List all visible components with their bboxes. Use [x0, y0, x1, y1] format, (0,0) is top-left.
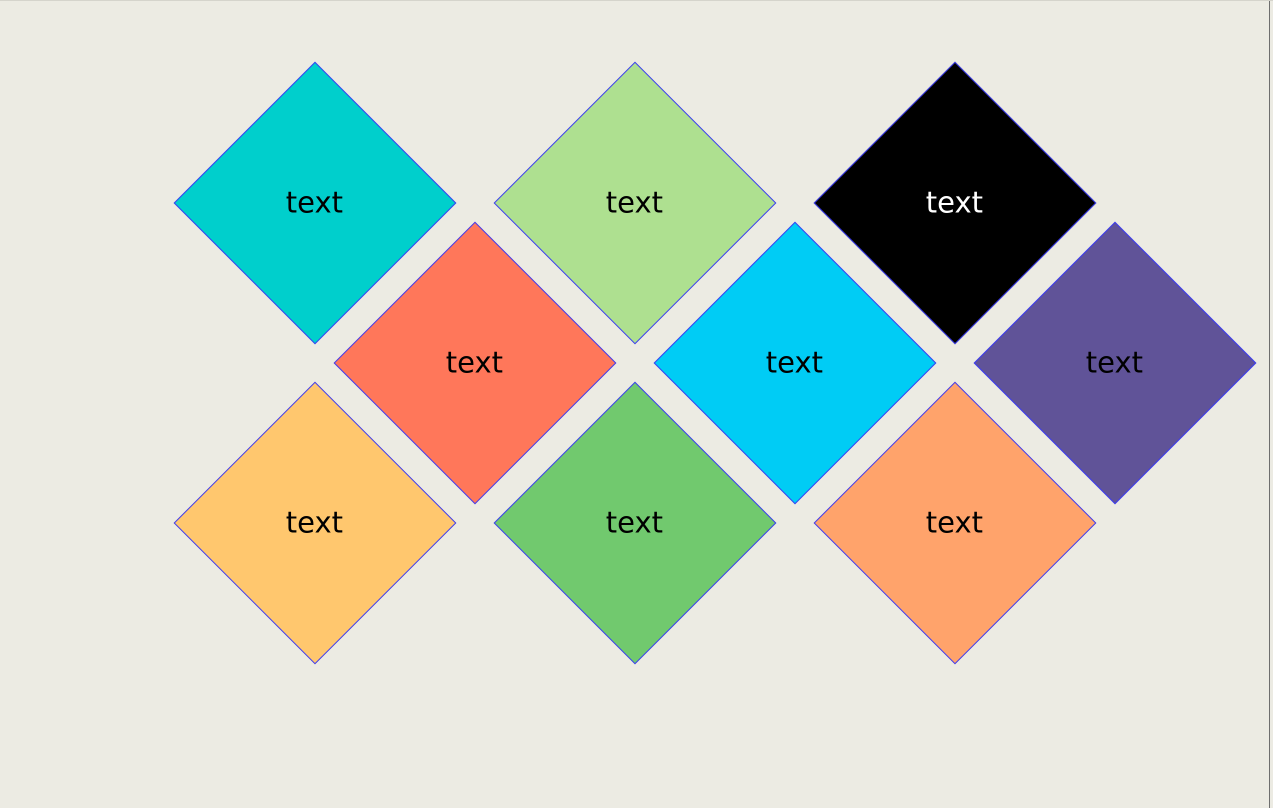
diamond-tile-label: text — [606, 185, 664, 220]
diamond-tile-label: text — [286, 505, 344, 540]
diamond-tile-label: text — [446, 345, 504, 380]
diamond-tile-label: text — [766, 345, 824, 380]
window-right-edge — [1269, 1, 1270, 808]
diamond-tile-label: text — [1086, 345, 1144, 380]
diamond-tile-label: text — [606, 505, 664, 540]
diamond-tile-label: text — [926, 505, 984, 540]
page-canvas: text text text text text text text text … — [0, 0, 1273, 808]
diamond-tile-label: text — [286, 185, 344, 220]
diamond-tile-label: text — [926, 185, 984, 220]
